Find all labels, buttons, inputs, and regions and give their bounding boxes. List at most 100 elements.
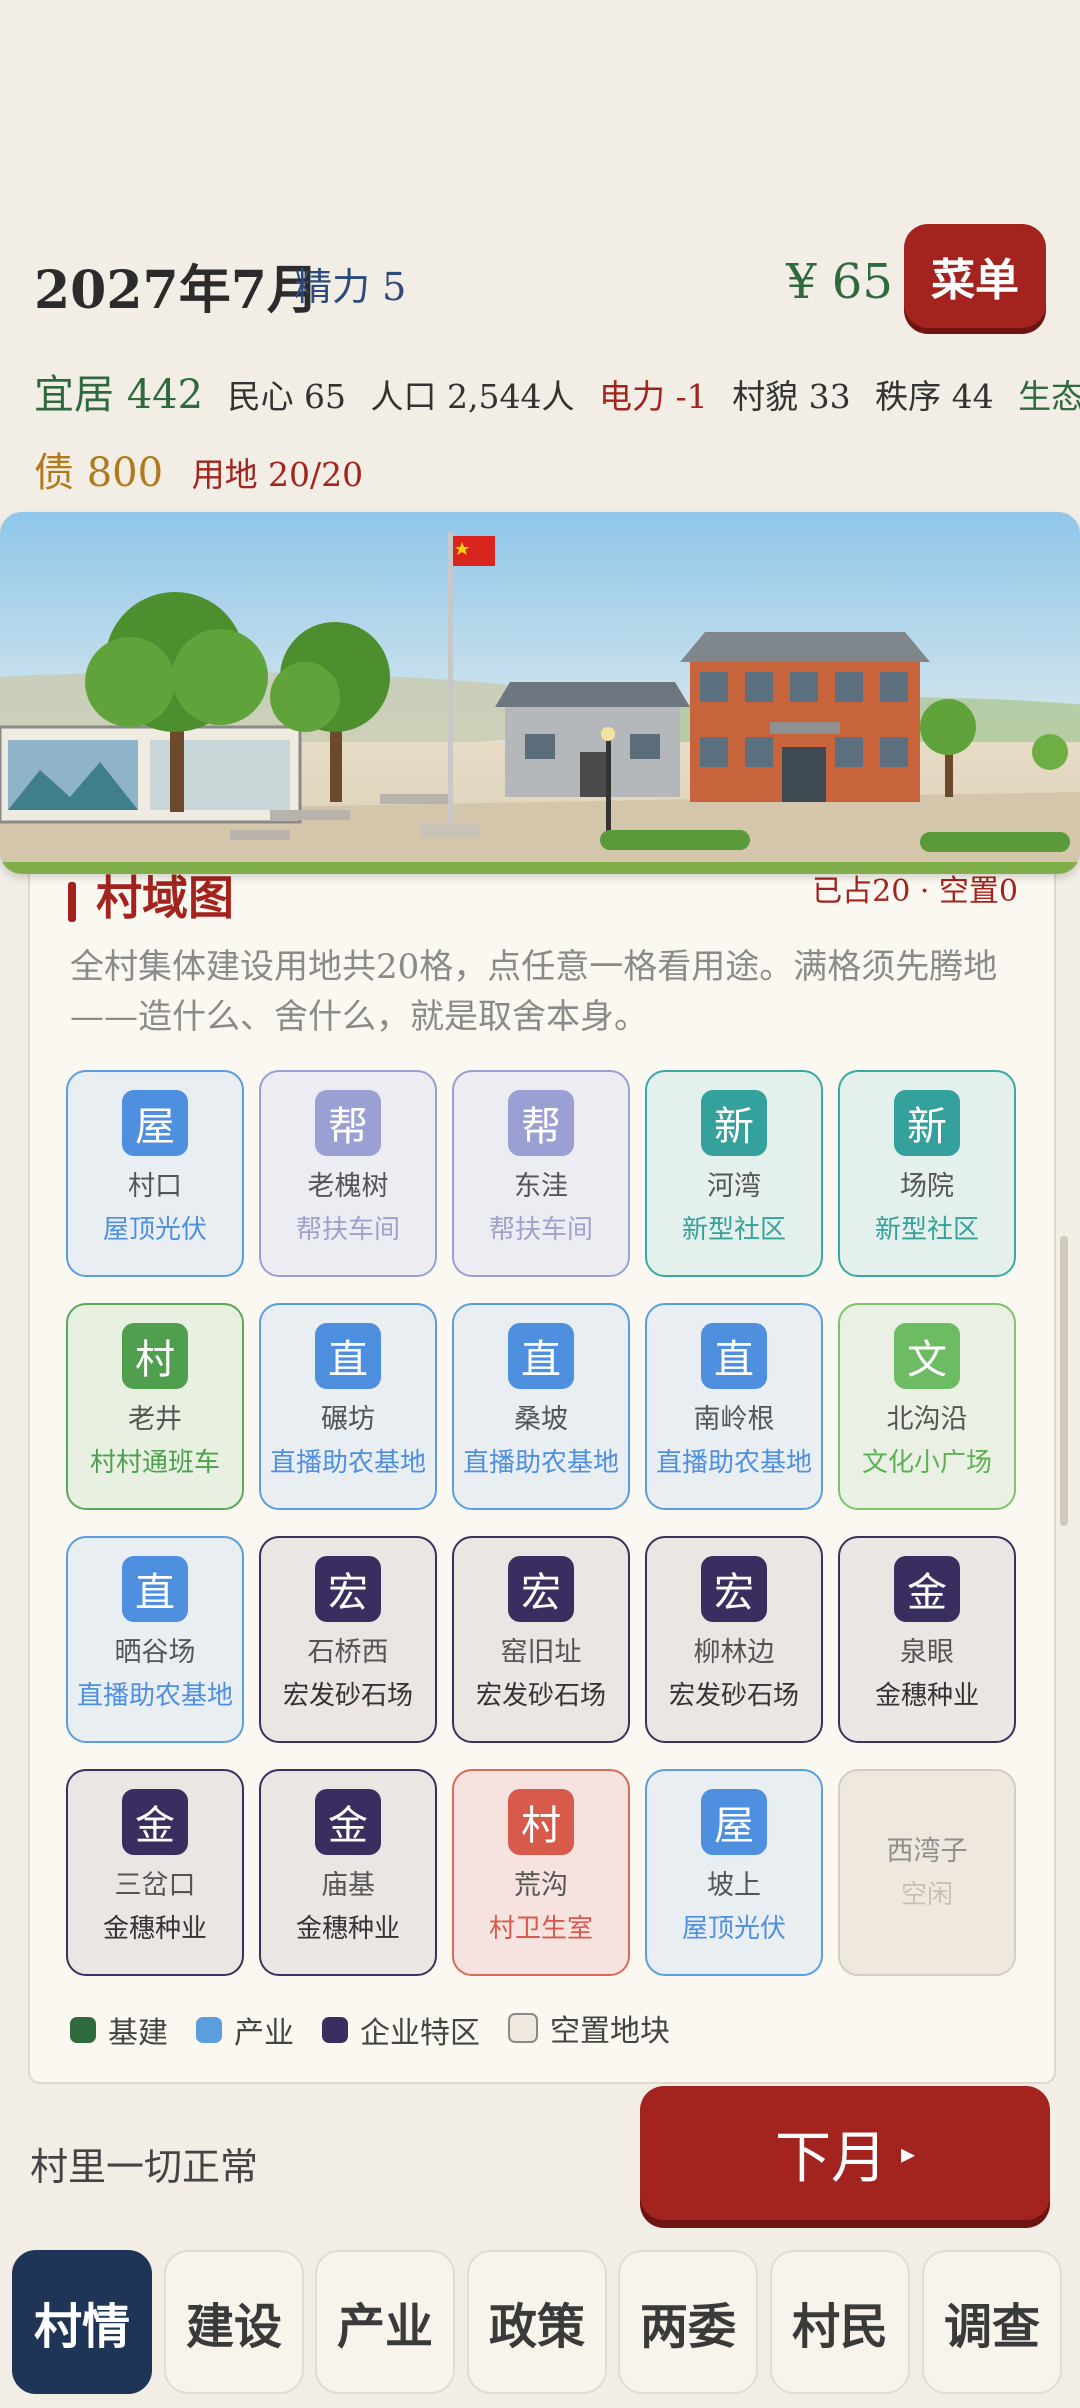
tab-0[interactable]: 村情 xyxy=(12,2250,152,2394)
plot-badge-icon: 金 xyxy=(894,1556,960,1622)
plot-tile[interactable]: 宏柳林边 宏发砂石场 xyxy=(645,1536,823,1743)
plot-tile[interactable]: 直晒谷场 直播助农基地 xyxy=(66,1536,244,1743)
plot-badge-icon: 直 xyxy=(701,1323,767,1389)
tab-3[interactable]: 政策 xyxy=(467,2250,607,2394)
money-counter: ¥ 65 xyxy=(786,254,893,310)
legend-item: 基建 xyxy=(70,2008,168,2052)
top-bar: 2027年7月 精力 5 ¥ 65 菜单 宜居 442 民心 65 人口 2,5… xyxy=(0,0,1080,510)
plot-place-name: 坡上 xyxy=(707,1870,761,1901)
stat-population: 人口 2,544人 xyxy=(370,377,575,416)
plot-place-name: 晒谷场 xyxy=(114,1637,196,1668)
village-banner-illustration xyxy=(0,512,1080,874)
legend-label: 企业特区 xyxy=(360,2016,480,2051)
legend: 基建 产业 企业特区 空置地块 xyxy=(70,2006,698,2052)
plot-use-label: 文化小广场 xyxy=(861,1448,992,1478)
plot-badge-icon: 宏 xyxy=(315,1556,381,1622)
legend-swatch xyxy=(508,2013,538,2043)
energy-counter: 精力 5 xyxy=(294,265,407,309)
plot-place-name: 碾坊 xyxy=(321,1404,375,1435)
plot-use-label: 帮扶车间 xyxy=(488,1215,593,1245)
legend-swatch xyxy=(196,2017,222,2043)
plot-place-name: 西湾子 xyxy=(886,1836,968,1867)
stats-row: 宜居 442 民心 65 人口 2,544人 电力 -1 村貌 33 秩序 44… xyxy=(34,362,1080,420)
stat-ecology: 生态 0 xyxy=(1018,377,1080,416)
plot-badge-icon: 金 xyxy=(122,1789,188,1855)
stat-appearance: 村貌 33 xyxy=(732,377,851,416)
plot-badge-icon: 村 xyxy=(508,1789,574,1855)
tab-4[interactable]: 两委 xyxy=(618,2250,758,2394)
play-arrow-icon: ▸ xyxy=(900,2136,916,2170)
legend-item: 空置地块 xyxy=(508,2006,670,2050)
current-date: 2027年7月 xyxy=(34,260,319,321)
stat-power: 电力 -1 xyxy=(599,377,708,416)
plot-place-name: 石桥西 xyxy=(307,1637,389,1668)
plot-badge-icon: 新 xyxy=(894,1090,960,1156)
plot-tile[interactable]: 文北沟沿 文化小广场 xyxy=(838,1303,1016,1510)
plot-tile[interactable]: 屋坡上 屋顶光伏 xyxy=(645,1769,823,1976)
tab-2[interactable]: 产业 xyxy=(315,2250,455,2394)
stat-debt: 债 800 xyxy=(34,450,164,496)
plot-tile[interactable]: 金三岔口 金穗种业 xyxy=(66,1769,244,1976)
plot-tile[interactable]: 直南岭根 直播助农基地 xyxy=(645,1303,823,1510)
legend-label: 基建 xyxy=(108,2016,168,2051)
tab-5[interactable]: 村民 xyxy=(770,2250,910,2394)
plot-badge-icon: 帮 xyxy=(315,1090,381,1156)
village-scene-image xyxy=(0,512,1080,874)
plot-place-name: 三岔口 xyxy=(114,1870,196,1901)
plot-badge-icon: 直 xyxy=(508,1323,574,1389)
legend-label: 产业 xyxy=(234,2016,294,2051)
plot-use-label: 屋顶光伏 xyxy=(102,1215,207,1245)
plot-tile[interactable]: 屋村口 屋顶光伏 xyxy=(66,1070,244,1277)
plot-tile[interactable]: 宏石桥西 宏发砂石场 xyxy=(259,1536,437,1743)
plot-tile[interactable]: 金泉眼 金穗种业 xyxy=(838,1536,1016,1743)
legend-swatch xyxy=(70,2017,96,2043)
plot-place-name: 河湾 xyxy=(707,1171,761,1202)
plot-place-name: 柳林边 xyxy=(693,1637,775,1668)
legend-item: 企业特区 xyxy=(322,2008,480,2052)
plot-tile[interactable]: 宏窑旧址 宏发砂石场 xyxy=(452,1536,630,1743)
plot-use-label: 村村通班车 xyxy=(89,1448,220,1478)
scrollbar-thumb[interactable] xyxy=(1060,1236,1068,1526)
plot-use-label: 金穗种业 xyxy=(874,1681,979,1711)
stat-order: 秩序 44 xyxy=(875,377,994,416)
plot-tile[interactable]: 直桑坡 直播助农基地 xyxy=(452,1303,630,1510)
plot-place-name: 北沟沿 xyxy=(886,1404,968,1435)
menu-button[interactable]: 菜单 xyxy=(904,224,1046,328)
plot-use-label: 屋顶光伏 xyxy=(681,1914,786,1944)
plot-badge-icon: 村 xyxy=(122,1323,188,1389)
plot-use-label: 新型社区 xyxy=(681,1215,786,1245)
panel-description: 全村集体建设用地共20格，点任意一格看用途。满格须先腾地——造什么、舍什么，就是… xyxy=(70,947,998,1037)
tab-1[interactable]: 建设 xyxy=(164,2250,304,2394)
tab-6[interactable]: 调查 xyxy=(922,2250,1062,2394)
plot-tile[interactable]: 村荒沟 村卫生室 xyxy=(452,1769,630,1976)
plot-tile[interactable]: 新场院 新型社区 xyxy=(838,1070,1016,1277)
legend-swatch xyxy=(322,2017,348,2043)
bottom-tab-bar: 村情 建设 产业 政策 两委 村民 调查 xyxy=(12,2250,1072,2396)
plot-use-label: 金穗种业 xyxy=(102,1914,207,1944)
plot-badge-icon: 直 xyxy=(315,1323,381,1389)
plot-tile[interactable]: 帮老槐树 帮扶车间 xyxy=(259,1070,437,1277)
stat-morale: 民心 65 xyxy=(227,377,347,416)
plot-use-label: 金穗种业 xyxy=(295,1914,400,1944)
plot-tile[interactable]: 西湾子 空闲 xyxy=(838,1769,1016,1976)
plot-tile[interactable]: 帮东洼 帮扶车间 xyxy=(452,1070,630,1277)
plot-place-name: 荒沟 xyxy=(514,1870,568,1901)
plot-tile[interactable]: 金庙基 金穗种业 xyxy=(259,1769,437,1976)
plot-tile[interactable]: 新河湾 新型社区 xyxy=(645,1070,823,1277)
plot-place-name: 场院 xyxy=(900,1171,954,1202)
plot-place-name: 村口 xyxy=(128,1171,182,1202)
next-month-button[interactable]: 下月 ▸ xyxy=(640,2086,1050,2220)
plot-grid: 屋村口 屋顶光伏帮老槐树 帮扶车间帮东洼 帮扶车间新河湾 新型社区新场院 新型社区村老井村… xyxy=(66,1070,1026,1976)
next-month-label: 下月 xyxy=(774,2125,887,2191)
plot-use-label: 宏发砂石场 xyxy=(668,1681,799,1711)
plot-use-label: 直播助农基地 xyxy=(655,1448,812,1478)
plot-badge-icon: 宏 xyxy=(508,1556,574,1622)
plot-use-label: 帮扶车间 xyxy=(295,1215,400,1245)
plot-tile[interactable]: 村老井 村村通班车 xyxy=(66,1303,244,1510)
plot-tile[interactable]: 直碾坊 直播助农基地 xyxy=(259,1303,437,1510)
stat-land: 用地 20/20 xyxy=(191,455,364,494)
plot-badge-icon: 直 xyxy=(122,1556,188,1622)
stats-row-2: 债 800 用地 20/20 xyxy=(34,440,381,498)
stat-livability: 宜居 442 xyxy=(34,372,204,418)
plot-use-label: 新型社区 xyxy=(874,1215,979,1245)
